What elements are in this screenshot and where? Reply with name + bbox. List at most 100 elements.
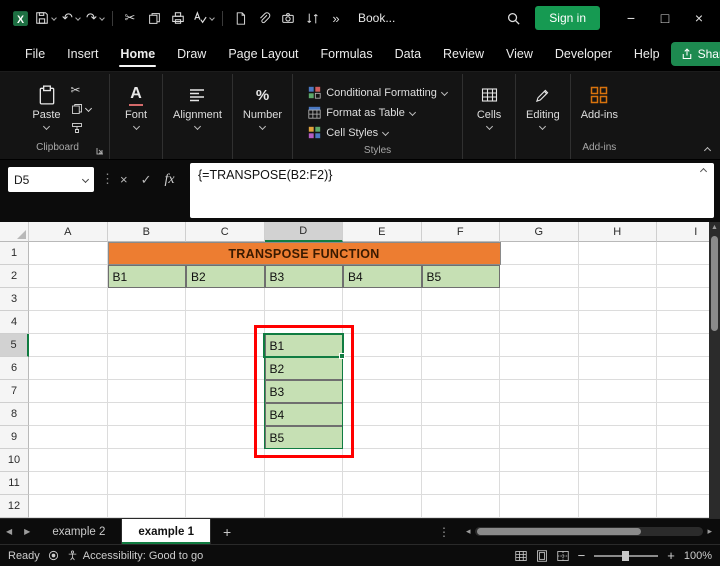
cell-C4[interactable] — [186, 311, 265, 334]
tab-review[interactable]: Review — [432, 38, 495, 69]
cell-B7[interactable] — [107, 380, 186, 403]
zoom-level[interactable]: 100% — [684, 550, 712, 562]
tab-page-layout[interactable]: Page Layout — [217, 38, 309, 69]
clipboard-dialog-launcher-icon[interactable] — [96, 147, 104, 155]
sort-filter-icon[interactable] — [300, 5, 324, 31]
cell-C3[interactable] — [186, 288, 265, 311]
cell-G2[interactable] — [500, 265, 579, 288]
cell-F3[interactable] — [421, 288, 500, 311]
cell-E6[interactable] — [343, 357, 422, 380]
row-header-1[interactable]: 1 — [0, 242, 29, 265]
cell-C8[interactable] — [186, 403, 265, 426]
cell-G6[interactable] — [500, 357, 579, 380]
editing-button[interactable]: Editing — [520, 80, 566, 133]
cell-H2[interactable] — [578, 265, 657, 288]
redo-icon[interactable]: ↷ — [83, 5, 107, 31]
cell-F8[interactable] — [421, 403, 500, 426]
zoom-slider-thumb[interactable] — [622, 550, 630, 561]
cell-H11[interactable] — [578, 472, 657, 495]
print-icon[interactable] — [166, 5, 190, 31]
row-header-11[interactable]: 11 — [0, 472, 29, 495]
zoom-slider[interactable] — [594, 550, 659, 561]
paste-dropdown-icon[interactable] — [42, 122, 51, 131]
name-box-dropdown-icon[interactable] — [81, 175, 90, 184]
tab-insert[interactable]: Insert — [56, 38, 109, 69]
sheet-nav-left-icon[interactable]: ◀ — [0, 519, 18, 544]
cancel-icon[interactable]: × — [120, 172, 128, 187]
page-break-view-icon[interactable] — [557, 550, 569, 562]
cell-G7[interactable] — [500, 380, 579, 403]
cell-styles-button[interactable]: Cell Styles — [308, 124, 447, 141]
copy-button[interactable] — [71, 101, 92, 116]
cell-E10[interactable] — [343, 449, 422, 472]
row-header-8[interactable]: 8 — [0, 403, 29, 426]
column-header-E[interactable]: E — [343, 222, 422, 242]
cell-A10[interactable] — [29, 449, 108, 472]
name-box-options-icon[interactable]: ⋮ — [101, 171, 114, 187]
close-button[interactable]: × — [682, 3, 716, 33]
cell-E3[interactable] — [343, 288, 422, 311]
undo-icon[interactable]: ↶ — [59, 5, 83, 31]
column-header-F[interactable]: F — [421, 222, 500, 242]
formula-input[interactable]: {=TRANSPOSE(B2:F2)} — [190, 163, 714, 218]
row-header-10[interactable]: 10 — [0, 449, 29, 472]
horizontal-scrollbar-thumb[interactable] — [476, 528, 642, 535]
cell-A6[interactable] — [29, 357, 108, 380]
cell-F2[interactable]: B5 — [421, 265, 500, 288]
cell-E2[interactable]: B4 — [343, 265, 422, 288]
name-box[interactable]: D5 — [8, 167, 94, 192]
insert-function-icon[interactable]: fx — [165, 172, 175, 188]
cell-C10[interactable] — [186, 449, 265, 472]
camera-icon[interactable] — [276, 5, 300, 31]
select-all-corner[interactable] — [0, 222, 29, 242]
cell-H9[interactable] — [578, 426, 657, 449]
cell-F12[interactable] — [421, 495, 500, 518]
tab-file[interactable]: File — [14, 38, 56, 69]
cell-C6[interactable] — [186, 357, 265, 380]
number-button[interactable]: % Number — [237, 80, 288, 133]
tab-help[interactable]: Help — [623, 38, 671, 69]
cell-A11[interactable] — [29, 472, 108, 495]
tab-developer[interactable]: Developer — [544, 38, 623, 69]
cell-F6[interactable] — [421, 357, 500, 380]
row-header-3[interactable]: 3 — [0, 288, 29, 311]
row-header-4[interactable]: 4 — [0, 311, 29, 334]
sheet-tab-example-2[interactable]: example 2 — [36, 519, 123, 544]
tab-formulas[interactable]: Formulas — [310, 38, 384, 69]
column-header-H[interactable]: H — [578, 222, 657, 242]
accessibility-status[interactable]: Accessibility: Good to go — [67, 550, 203, 562]
cell-A8[interactable] — [29, 403, 108, 426]
search-icon[interactable] — [501, 5, 525, 31]
cell-E4[interactable] — [343, 311, 422, 334]
cell-F7[interactable] — [421, 380, 500, 403]
cell-B11[interactable] — [107, 472, 186, 495]
cell-B5[interactable] — [107, 334, 186, 357]
cell-A4[interactable] — [29, 311, 108, 334]
column-header-G[interactable]: G — [500, 222, 579, 242]
format-as-table-dropdown-icon[interactable] — [408, 108, 416, 117]
cell-C11[interactable] — [186, 472, 265, 495]
cell-E11[interactable] — [343, 472, 422, 495]
spelling-icon[interactable] — [190, 5, 217, 31]
cell-E12[interactable] — [343, 495, 422, 518]
sheet-nav-right-icon[interactable]: ▶ — [18, 519, 36, 544]
cell-A12[interactable] — [29, 495, 108, 518]
cells-dropdown-icon[interactable] — [485, 122, 493, 131]
cell-D2[interactable]: B3 — [264, 265, 343, 288]
cell-G11[interactable] — [500, 472, 579, 495]
cell-E5[interactable] — [343, 334, 422, 357]
font-dropdown-icon[interactable] — [132, 122, 140, 131]
format-as-table-button[interactable]: Format as Table — [308, 104, 447, 121]
excel-app-icon[interactable]: X — [8, 5, 32, 31]
cells-button[interactable]: Cells — [467, 80, 511, 133]
conditional-formatting-button[interactable]: Conditional Formatting — [308, 84, 448, 101]
column-header-A[interactable]: A — [29, 222, 108, 242]
vertical-scrollbar-thumb[interactable] — [711, 236, 718, 331]
share-button[interactable]: Share — [670, 41, 720, 66]
cell-D3[interactable] — [264, 288, 343, 311]
cell-G10[interactable] — [500, 449, 579, 472]
row-header-12[interactable]: 12 — [0, 495, 29, 518]
cell-D11[interactable] — [264, 472, 343, 495]
cell-H6[interactable] — [578, 357, 657, 380]
cell-G3[interactable] — [500, 288, 579, 311]
